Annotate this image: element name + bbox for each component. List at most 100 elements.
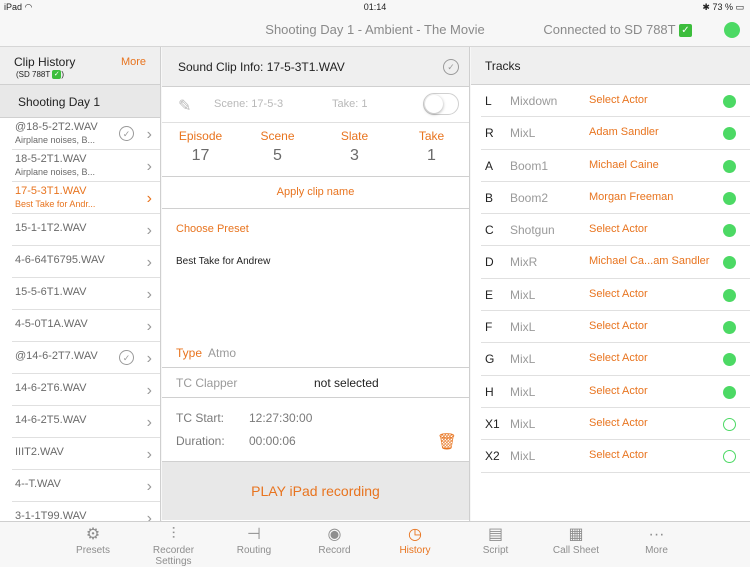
track-name[interactable]: MixL: [510, 126, 535, 140]
track-actor[interactable]: Select Actor: [589, 449, 648, 461]
clip-row[interactable]: 3-1-1T99.WAV ›: [12, 502, 160, 521]
track-actor[interactable]: Michael Ca...am Sandler: [589, 255, 709, 267]
track-row[interactable]: R MixL Adam Sandler: [481, 117, 750, 150]
track-row[interactable]: F MixL Select Actor: [481, 311, 750, 344]
track-name[interactable]: MixL: [510, 417, 535, 431]
chevron-right-icon[interactable]: ›: [147, 126, 152, 144]
track-status-indicator[interactable]: [723, 127, 736, 141]
track-row[interactable]: H MixL Select Actor: [481, 376, 750, 408]
chevron-right-icon[interactable]: ›: [147, 350, 152, 368]
chevron-right-icon[interactable]: ›: [147, 286, 152, 304]
clip-row[interactable]: 15-5-6T1.WAV ›: [12, 278, 160, 310]
clip-row[interactable]: @14-6-2T7.WAV ✓ ›: [12, 342, 160, 374]
track-name[interactable]: MixL: [510, 288, 535, 302]
take-field[interactable]: Take 1: [393, 129, 470, 165]
track-actor[interactable]: Select Actor: [589, 417, 648, 429]
track-name[interactable]: Mixdown: [510, 94, 557, 108]
chevron-right-icon[interactable]: ›: [147, 190, 152, 208]
shooting-day-header[interactable]: Shooting Day 1: [0, 85, 160, 118]
scene-field[interactable]: Scene 5: [239, 129, 316, 165]
track-name[interactable]: MixL: [510, 352, 535, 366]
track-actor[interactable]: Select Actor: [589, 288, 648, 300]
tab-script[interactable]: ▤ Script: [456, 525, 536, 556]
track-status-indicator[interactable]: [723, 288, 736, 302]
tab-call-sheet[interactable]: ▦ Call Sheet: [536, 525, 616, 556]
track-actor[interactable]: Select Actor: [589, 385, 648, 397]
track-status-indicator[interactable]: [723, 256, 736, 270]
track-actor[interactable]: Select Actor: [589, 320, 648, 332]
track-actor[interactable]: Adam Sandler: [589, 126, 659, 138]
chevron-right-icon[interactable]: ›: [147, 222, 152, 240]
play-recording-button[interactable]: PLAY iPad recording: [162, 462, 469, 520]
track-row[interactable]: X2 MixL Select Actor: [481, 440, 750, 473]
chevron-right-icon[interactable]: ›: [147, 158, 152, 176]
tab-presets[interactable]: ⚙ Presets: [53, 525, 133, 556]
tab-record[interactable]: ◉ Record: [295, 525, 375, 556]
chevron-right-icon[interactable]: ›: [147, 414, 152, 432]
track-row[interactable]: B Boom2 Morgan Freeman: [481, 182, 750, 215]
track-status-indicator[interactable]: [723, 450, 736, 464]
check-circle-icon[interactable]: ✓: [443, 59, 459, 75]
track-actor[interactable]: Select Actor: [589, 223, 648, 235]
track-row[interactable]: A Boom1 Michael Caine: [481, 150, 750, 182]
track-status-indicator[interactable]: [723, 417, 736, 431]
track-status-indicator[interactable]: [723, 159, 736, 173]
clip-row[interactable]: 14-6-2T6.WAV ›: [12, 374, 160, 406]
preset-text[interactable]: Best Take for Andrew: [176, 256, 270, 267]
track-name[interactable]: MixL: [510, 320, 535, 334]
apply-clip-name-button[interactable]: Apply clip name: [162, 177, 469, 209]
track-row[interactable]: D MixR Michael Ca...am Sandler: [481, 246, 750, 279]
tab-more[interactable]: ··· More: [617, 525, 697, 556]
track-name[interactable]: MixR: [510, 255, 537, 269]
episode-field[interactable]: Episode 17: [162, 129, 239, 165]
track-actor[interactable]: Morgan Freeman: [589, 191, 673, 203]
track-status-indicator[interactable]: [723, 224, 736, 238]
track-name[interactable]: MixL: [510, 385, 535, 399]
tab-recorder-settings[interactable]: ⫶ Recorder Settings: [134, 525, 214, 567]
track-status-indicator[interactable]: [723, 191, 736, 205]
chevron-right-icon[interactable]: ›: [147, 382, 152, 400]
chevron-right-icon[interactable]: ›: [147, 446, 152, 464]
pencil-icon[interactable]: ✎: [178, 96, 191, 116]
more-button[interactable]: More: [121, 56, 146, 68]
type-field[interactable]: Type Atmo: [176, 346, 236, 360]
clip-row[interactable]: 15-1-1T2.WAV ›: [12, 214, 160, 246]
chevron-right-icon[interactable]: ›: [147, 318, 152, 336]
clip-toggle[interactable]: [423, 93, 459, 115]
tab-history[interactable]: ◷ History: [375, 525, 455, 556]
tc-clapper-row[interactable]: TC Clapper not selected: [162, 368, 469, 398]
track-actor[interactable]: Michael Caine: [589, 159, 659, 171]
trash-icon[interactable]: 🗑: [437, 432, 457, 452]
track-name[interactable]: Shotgun: [510, 223, 555, 237]
tab-routing[interactable]: ⊣ Routing: [214, 525, 294, 556]
track-status-indicator[interactable]: [723, 385, 736, 399]
choose-preset-link[interactable]: Choose Preset: [176, 223, 249, 235]
track-status-indicator[interactable]: [723, 321, 736, 335]
track-name[interactable]: Boom1: [510, 159, 548, 173]
track-row[interactable]: C Shotgun Select Actor: [481, 214, 750, 247]
clip-row[interactable]: 14-6-2T5.WAV ›: [12, 406, 160, 438]
chevron-right-icon[interactable]: ›: [147, 510, 152, 521]
track-actor[interactable]: Select Actor: [589, 94, 648, 106]
clip-row[interactable]: 18-5-2T1.WAV Airplane noises, B... ›: [12, 150, 160, 182]
track-row[interactable]: E MixL Select Actor: [481, 279, 750, 312]
track-status-indicator[interactable]: [723, 95, 736, 108]
track-actor[interactable]: Select Actor: [589, 352, 648, 364]
clip-row[interactable]: @18-5-2T2.WAV Airplane noises, B... ✓ ›: [12, 118, 160, 150]
clip-row[interactable]: 4-5-0T1A.WAV ›: [12, 310, 160, 342]
track-name[interactable]: Boom2: [510, 191, 548, 205]
clip-row[interactable]: 17-5-3T1.WAV Best Take for Andr... ›: [12, 182, 160, 214]
take-placeholder[interactable]: Take: 1: [332, 98, 367, 110]
track-name[interactable]: MixL: [510, 449, 535, 463]
track-status-indicator[interactable]: [723, 353, 736, 367]
clip-row[interactable]: IIIT2.WAV ›: [12, 438, 160, 470]
scene-placeholder[interactable]: Scene: 17-5-3: [214, 98, 283, 110]
clip-row[interactable]: 4--T.WAV ›: [12, 470, 160, 502]
chevron-right-icon[interactable]: ›: [147, 254, 152, 272]
clip-row[interactable]: 4-6-64T6795.WAV ›: [12, 246, 160, 278]
track-row[interactable]: L Mixdown Select Actor: [481, 85, 750, 118]
chevron-right-icon[interactable]: ›: [147, 478, 152, 496]
slate-field[interactable]: Slate 3: [316, 129, 393, 165]
track-row[interactable]: X1 MixL Select Actor: [481, 408, 750, 441]
connection-status[interactable]: Connected to SD 788T ✓: [543, 22, 692, 38]
